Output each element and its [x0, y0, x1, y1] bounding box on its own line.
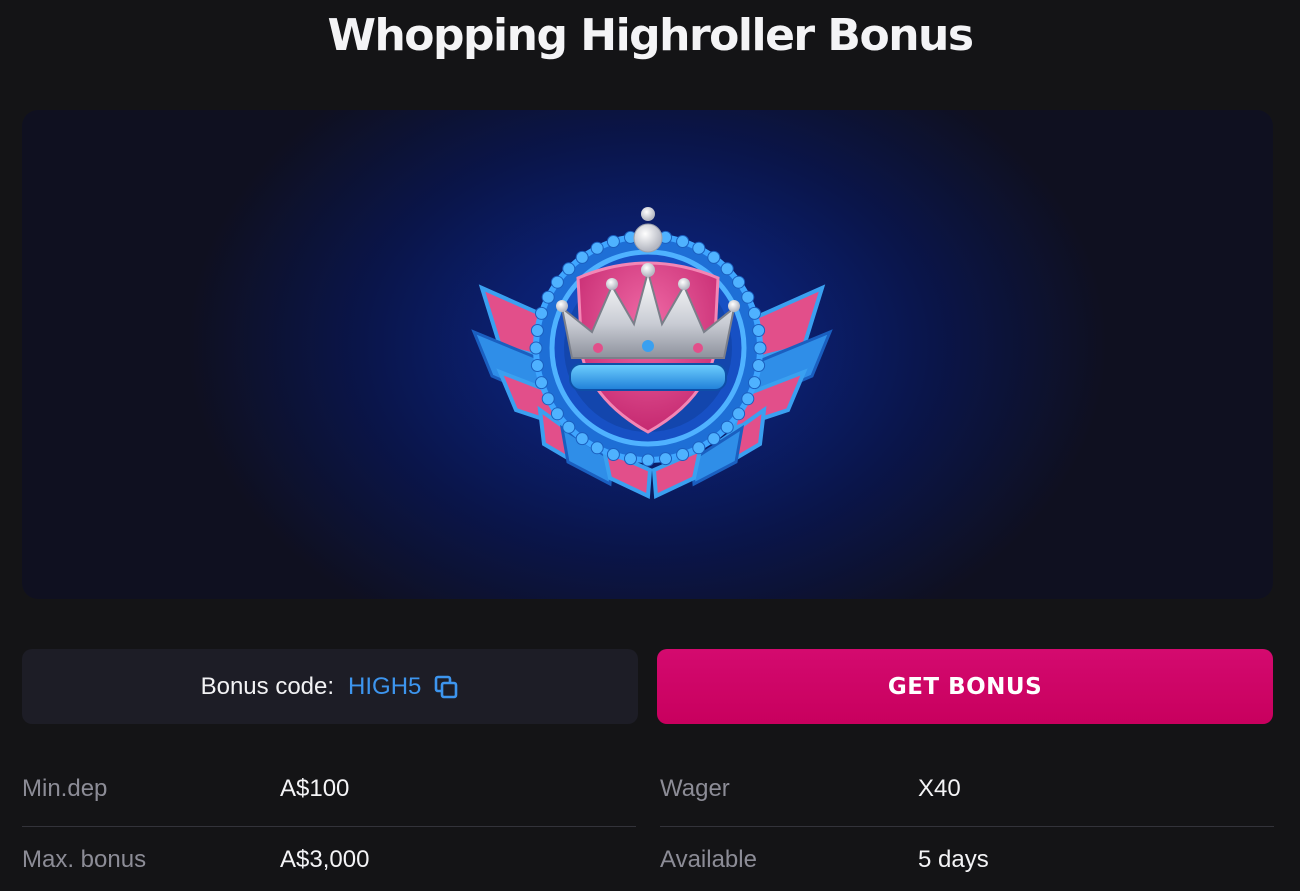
badge-bead — [676, 448, 690, 461]
bonus-code-label: Bonus code: — [200, 672, 335, 700]
badge-bead — [732, 407, 746, 421]
badge-bead — [748, 376, 761, 390]
badge-bead — [720, 420, 734, 434]
badge-bead — [535, 306, 548, 320]
get-bonus-button[interactable]: GET BONUS — [657, 649, 1273, 724]
badge-bead — [748, 306, 761, 320]
badge-bead — [541, 392, 555, 406]
badge-bead — [535, 376, 548, 390]
copy-icon[interactable] — [433, 674, 459, 700]
badge-bead — [741, 290, 755, 304]
detail-value: A$100 — [280, 775, 350, 802]
badge-bead — [707, 250, 721, 264]
badge-bead — [676, 235, 690, 248]
bonus-hero-image — [22, 110, 1273, 599]
details-right-column: Wager X40 Available 5 days — [660, 756, 1274, 891]
crown-badge-icon — [471, 207, 833, 500]
detail-label: Available — [660, 846, 757, 873]
badge-bead — [720, 262, 734, 276]
detail-row-max-bonus: Max. bonus A$3,000 — [22, 827, 636, 891]
badge-bead — [575, 432, 589, 446]
badge-bead — [562, 420, 576, 434]
bonus-page: Whopping Highroller Bonus Bonus code: HI… — [0, 0, 1300, 891]
badge-bead — [541, 290, 555, 304]
badge-bead — [575, 250, 589, 264]
detail-row-available: Available 5 days — [660, 827, 1274, 891]
detail-value: X40 — [918, 775, 961, 802]
badge-bead — [530, 359, 544, 372]
detail-value: A$3,000 — [280, 846, 370, 873]
badge-bead — [562, 262, 576, 276]
details-left-column: Min.dep A$100 Max. bonus A$3,000 — [22, 756, 636, 891]
badge-bead — [530, 324, 544, 337]
badge-bead — [590, 241, 604, 255]
badge-bead — [659, 452, 672, 466]
detail-label: Max. bonus — [22, 846, 147, 873]
badge-bead — [752, 324, 766, 337]
badge-bead — [624, 452, 637, 466]
detail-value: 5 days — [918, 846, 989, 873]
badge-bead — [732, 275, 746, 289]
badge-bead — [590, 441, 604, 455]
badge-bead — [529, 341, 543, 355]
badge-bead — [741, 392, 755, 406]
badge-bead — [550, 275, 564, 289]
page-title: Whopping Highroller Bonus — [327, 10, 974, 61]
badge-bead — [692, 241, 706, 255]
detail-label: Wager — [660, 775, 730, 802]
badge-bead — [753, 341, 767, 355]
detail-row-min-dep: Min.dep A$100 — [22, 756, 636, 827]
badge-bead — [641, 453, 655, 467]
detail-label: Min.dep — [22, 775, 108, 802]
badge-bead — [752, 359, 766, 372]
badge-bead — [606, 448, 620, 461]
bonus-code-box: Bonus code: HIGH5 — [22, 649, 638, 724]
badge-bead — [606, 235, 620, 248]
bonus-code-value[interactable]: HIGH5 — [348, 673, 421, 701]
detail-row-wager: Wager X40 — [660, 756, 1274, 827]
badge-bead — [550, 407, 564, 421]
badge-bead — [707, 432, 721, 446]
badge-bead — [692, 441, 706, 455]
